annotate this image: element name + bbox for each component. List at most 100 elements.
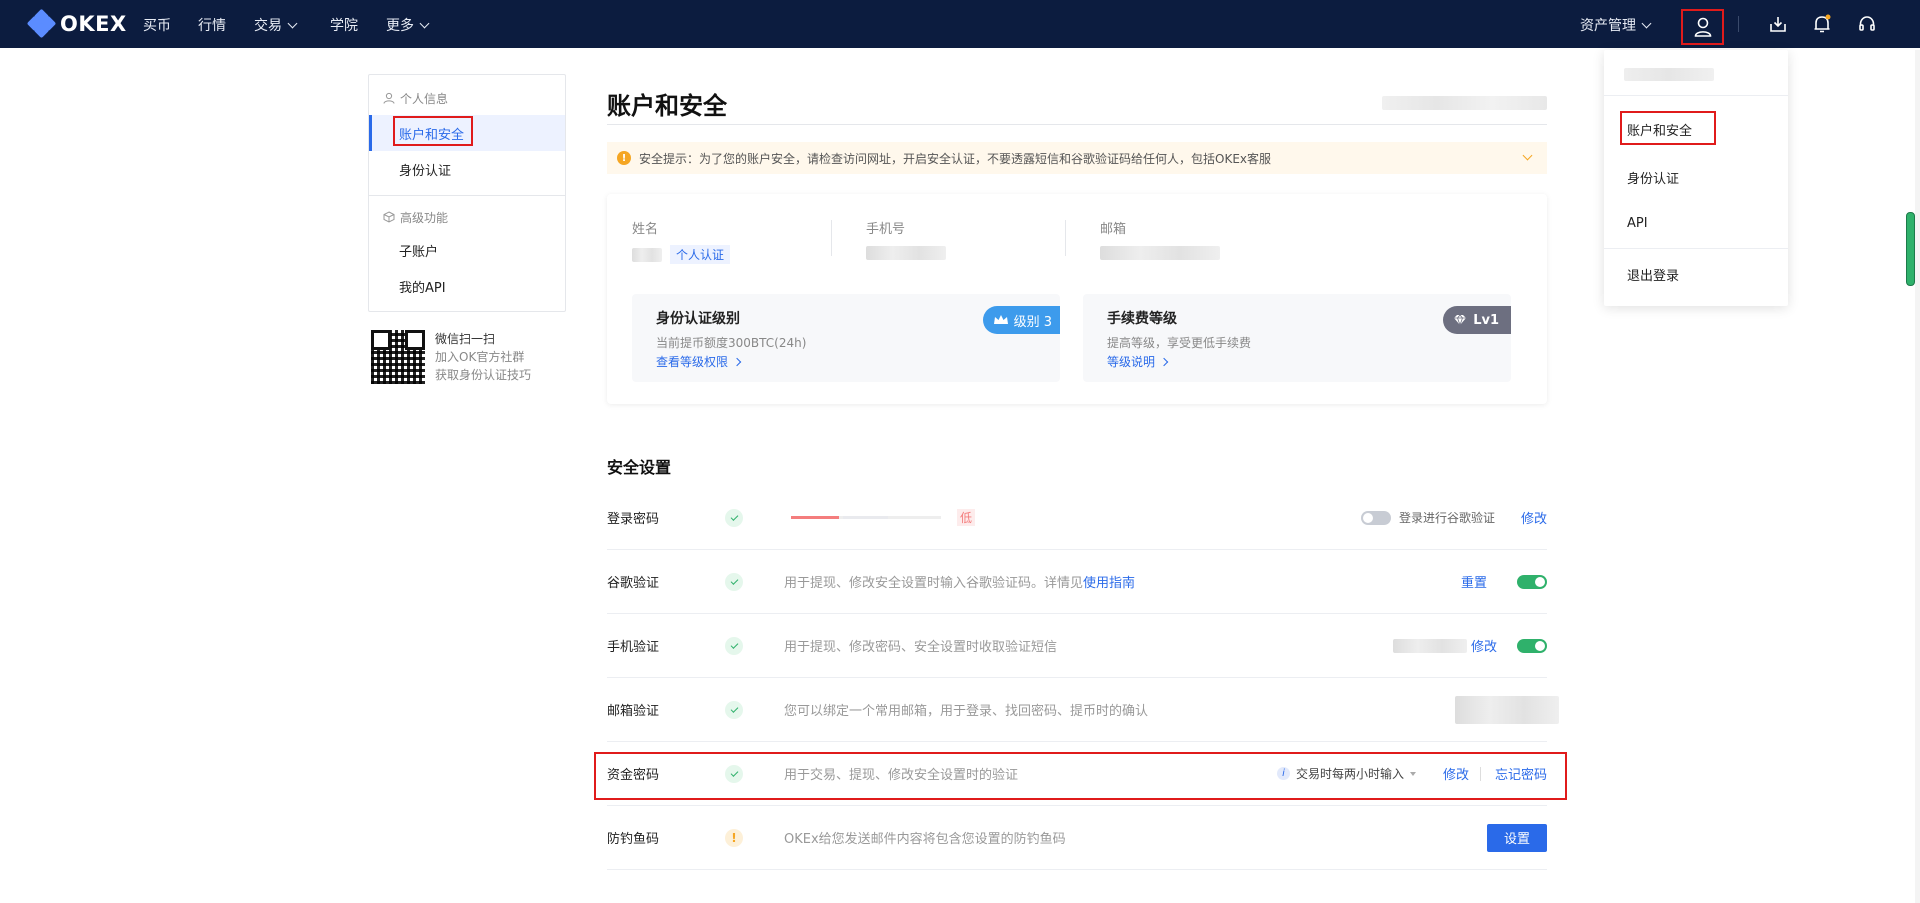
dropdown-item-api[interactable]: API xyxy=(1627,216,1648,231)
okex-logo[interactable]: OKEX xyxy=(26,8,127,39)
sidebar-group-label: 高级功能 xyxy=(400,210,449,225)
nav-more-label: 更多 xyxy=(386,18,414,34)
qr-line1: 加入OK官方社群 xyxy=(435,350,525,364)
wechat-qr-block: 微信扫一扫 加入OK官方社群 获取身份认证技巧 xyxy=(371,330,531,384)
nav-trade-label: 交易 xyxy=(254,18,282,34)
fee-level-sub: 提高等级，享受更低手续费 xyxy=(1107,336,1252,350)
row-google-auth: 谷歌验证 用于提现、修改安全设置时输入谷歌验证码。详情见使用指南 重置 xyxy=(607,550,1547,614)
google-login-toggle[interactable] xyxy=(1361,510,1391,525)
password-strength-bar xyxy=(791,516,941,519)
notifications-button[interactable] xyxy=(1810,12,1834,36)
email-redacted xyxy=(1455,695,1559,724)
badge-label: Lv1 xyxy=(1473,312,1499,328)
chevron-down-icon xyxy=(419,18,430,29)
verification-tag: 个人认证 xyxy=(670,245,731,264)
column-divider xyxy=(831,220,832,256)
level-explanation-link[interactable]: 等级说明 xyxy=(1107,353,1487,370)
download-button[interactable] xyxy=(1766,12,1790,36)
row-email-verify: 邮箱验证 您可以绑定一个常用邮箱，用于登录、找回密码、提币时的确认 xyxy=(607,678,1559,742)
row-label: 登录密码 xyxy=(607,512,660,527)
top-nav: OKEX 买币 行情 交易 学院 更多 资产管理 xyxy=(0,0,1920,48)
left-sidebar: 个人信息 账户和安全 身份认证 高级功能 子账户 我的API xyxy=(368,74,566,312)
row-anti-phishing: 防钓鱼码 ! OKEx给您发送邮件内容将包含您设置的防钓鱼码 设置 xyxy=(607,806,1547,870)
nav-buy-crypto[interactable]: 买币 xyxy=(143,15,171,35)
security-alert[interactable]: ! 安全提示：为了您的账户安全，请检查访问网址，开启安全认证，不要透露短信和谷歌… xyxy=(607,142,1547,174)
dropdown-item-logout[interactable]: 退出登录 xyxy=(1627,265,1679,284)
alert-text: 安全提示：为了您的账户安全，请检查访问网址，开启安全认证，不要透露短信和谷歌验证… xyxy=(639,151,1272,166)
sidebar-item-my-api[interactable]: 我的API xyxy=(369,268,565,304)
row-phone-verify: 手机验证 用于提现、修改密码、安全设置时收取验证短信 修改 xyxy=(607,614,1547,678)
fee-level-box: 手续费等级 提高等级，享受更低手续费 等级说明 Lv1 xyxy=(1083,294,1511,382)
user-id-redacted xyxy=(1382,96,1547,110)
dropdown-item-identity[interactable]: 身份认证 xyxy=(1627,168,1679,187)
dropdown-divider xyxy=(1604,95,1788,96)
nav-more[interactable]: 更多 xyxy=(386,15,430,35)
google-auth-toggle[interactable] xyxy=(1517,574,1547,589)
nav-markets[interactable]: 行情 xyxy=(198,15,226,35)
side-float-widget[interactable] xyxy=(1906,212,1915,286)
highlight-box xyxy=(1620,111,1716,145)
title-divider xyxy=(607,124,1547,125)
sidebar-group-personal: 个人信息 xyxy=(369,87,565,109)
phone-label: 手机号 xyxy=(866,222,906,237)
name-redacted xyxy=(632,247,662,262)
bell-icon xyxy=(1814,14,1831,33)
diamond-icon xyxy=(1454,314,1467,326)
check-icon xyxy=(725,636,743,655)
okex-logo-icon xyxy=(26,8,57,39)
badge-label: 级别 3 xyxy=(1013,314,1052,330)
google-login-toggle-label: 登录进行谷歌验证 xyxy=(1399,511,1496,525)
crown-icon xyxy=(993,315,1008,324)
account-info-card: 姓名 个人认证 手机号 邮箱 身份认证级别 当前提币额度300BTC(24h) … xyxy=(607,194,1547,404)
row-label: 邮箱验证 xyxy=(607,704,660,719)
check-icon xyxy=(725,572,743,591)
chevron-down-icon[interactable] xyxy=(1522,150,1533,161)
check-icon xyxy=(725,508,743,527)
view-level-permissions-link[interactable]: 查看等级权限 xyxy=(656,353,1036,370)
qr-title: 微信扫一扫 xyxy=(435,332,496,346)
phone-redacted xyxy=(866,246,946,260)
identity-level-badge: 级别 3 xyxy=(982,306,1060,334)
highlight-box xyxy=(393,116,473,146)
row-desc: 用于提现、修改密码、安全设置时收取验证短信 xyxy=(784,640,1058,655)
brand-name: OKEX xyxy=(60,12,127,36)
chevron-down-icon xyxy=(1641,18,1652,29)
warning-icon: ! xyxy=(725,828,743,847)
usage-guide-link[interactable]: 使用指南 xyxy=(1083,576,1135,591)
fee-level-title: 手续费等级 xyxy=(1107,311,1177,327)
row-desc: 用于提现、修改安全设置时输入谷歌验证码。详情见使用指南 xyxy=(784,572,1135,591)
download-icon xyxy=(1770,17,1786,32)
row-label: 谷歌验证 xyxy=(607,576,660,591)
chevron-right-icon xyxy=(732,357,742,366)
sidebar-group-label: 个人信息 xyxy=(400,91,449,106)
set-anti-phishing-button[interactable]: 设置 xyxy=(1487,823,1547,852)
identity-level-sub: 当前提币额度300BTC(24h) xyxy=(656,336,807,350)
info-name: 姓名 个人认证 xyxy=(632,218,731,264)
nav-academy[interactable]: 学院 xyxy=(330,15,358,35)
nav-trade[interactable]: 交易 xyxy=(254,15,298,35)
qr-line2: 获取身份认证技巧 xyxy=(435,368,532,382)
person-icon xyxy=(383,92,395,104)
nav-asset-management[interactable]: 资产管理 xyxy=(1580,15,1652,35)
identity-level-box: 身份认证级别 当前提币额度300BTC(24h) 查看等级权限 级别 3 xyxy=(632,294,1060,382)
sidebar-divider xyxy=(369,195,565,196)
user-account-button[interactable] xyxy=(1681,9,1724,45)
strength-tag: 低 xyxy=(957,509,976,526)
username-redacted xyxy=(1624,68,1714,81)
security-settings-title: 安全设置 xyxy=(607,458,672,477)
link-label: 查看等级权限 xyxy=(656,355,729,369)
warning-icon: ! xyxy=(617,151,631,165)
reset-google-link[interactable]: 重置 xyxy=(1461,572,1487,591)
desc-text: 用于提现、修改安全设置时输入谷歌验证码。详情见 xyxy=(784,576,1084,591)
sidebar-item-identity[interactable]: 身份认证 xyxy=(369,151,565,187)
modify-login-password-link[interactable]: 修改 xyxy=(1521,508,1547,527)
sidebar-item-label: 我的API xyxy=(399,280,446,296)
modify-phone-link[interactable]: 修改 xyxy=(1471,636,1497,655)
phone-verify-toggle[interactable] xyxy=(1517,638,1547,653)
page-title: 账户和安全 xyxy=(607,92,727,120)
scrollbar-track[interactable] xyxy=(1915,50,1920,903)
nav-divider xyxy=(1738,16,1739,32)
sidebar-item-subaccount[interactable]: 子账户 xyxy=(369,232,565,268)
support-button[interactable] xyxy=(1855,12,1879,36)
sidebar-group-advanced: 高级功能 xyxy=(369,206,565,228)
